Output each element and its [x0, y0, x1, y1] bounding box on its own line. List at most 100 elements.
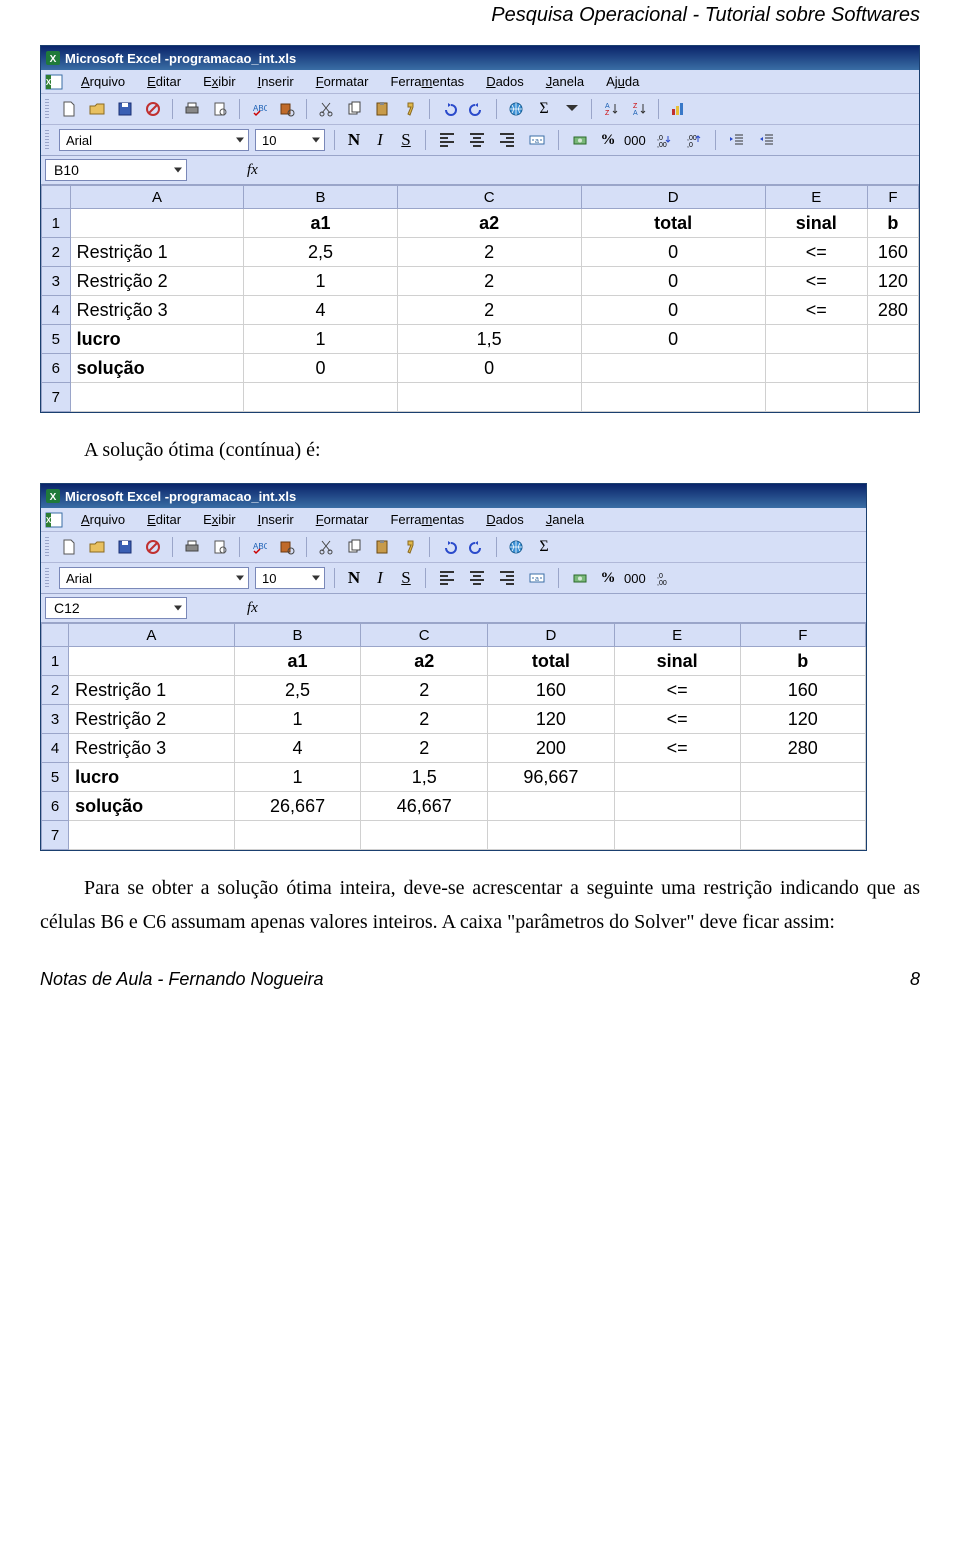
column-header[interactable]: A: [70, 186, 244, 209]
increase-indent-icon[interactable]: [755, 128, 779, 152]
cell[interactable]: 26,667: [234, 792, 361, 821]
cell[interactable]: [765, 354, 867, 383]
cell[interactable]: 280: [867, 296, 918, 325]
cell[interactable]: [244, 383, 397, 412]
sort-asc-icon[interactable]: AZ: [599, 97, 623, 121]
save-icon[interactable]: [113, 97, 137, 121]
currency-icon[interactable]: [568, 128, 592, 152]
row-header[interactable]: 6: [42, 354, 71, 383]
cell[interactable]: 160: [867, 238, 918, 267]
permission-icon[interactable]: [141, 535, 165, 559]
increase-decimal-icon[interactable]: ,0,00: [652, 566, 676, 590]
bold-button[interactable]: N: [344, 568, 364, 588]
cell[interactable]: 1,5: [397, 325, 581, 354]
fx-label[interactable]: fx: [247, 600, 258, 617]
spelling-icon[interactable]: ABC: [247, 97, 271, 121]
column-header[interactable]: A: [69, 624, 235, 647]
percent-button[interactable]: %: [598, 132, 618, 149]
menu-janela[interactable]: Janela: [542, 72, 588, 91]
undo-icon[interactable]: [437, 97, 461, 121]
research-icon[interactable]: [275, 97, 299, 121]
menu-dados[interactable]: Dados: [482, 510, 528, 529]
copy-icon[interactable]: [342, 535, 366, 559]
cell[interactable]: <=: [765, 296, 867, 325]
align-left-icon[interactable]: [435, 566, 459, 590]
cell[interactable]: <=: [614, 734, 740, 763]
italic-button[interactable]: I: [370, 568, 390, 588]
cell[interactable]: 200: [488, 734, 615, 763]
cell[interactable]: [70, 383, 244, 412]
underline-button[interactable]: S: [396, 568, 416, 588]
cell[interactable]: Restrição 1: [69, 676, 235, 705]
menu-dados[interactable]: Dados: [482, 72, 528, 91]
cell[interactable]: <=: [614, 705, 740, 734]
cell[interactable]: Restrição 3: [69, 734, 235, 763]
column-header[interactable]: D: [488, 624, 615, 647]
cell[interactable]: [867, 354, 918, 383]
cell[interactable]: 1,5: [361, 763, 488, 792]
cell[interactable]: Restrição 2: [69, 705, 235, 734]
column-header[interactable]: B: [244, 186, 397, 209]
cell[interactable]: [740, 763, 865, 792]
column-header[interactable]: B: [234, 624, 361, 647]
cell[interactable]: 2: [361, 705, 488, 734]
cell[interactable]: <=: [765, 238, 867, 267]
cell[interactable]: 1: [244, 325, 397, 354]
menu-inserir[interactable]: Inserir: [254, 510, 298, 529]
research-icon[interactable]: [275, 535, 299, 559]
column-header[interactable]: C: [361, 624, 488, 647]
menu-arquivo[interactable]: Arquivo: [77, 510, 129, 529]
cell[interactable]: 0: [244, 354, 397, 383]
autosum-icon[interactable]: Σ: [532, 535, 556, 559]
open-icon[interactable]: [85, 535, 109, 559]
cell[interactable]: Restrição 3: [70, 296, 244, 325]
column-header[interactable]: E: [765, 186, 867, 209]
undo-icon[interactable]: [437, 535, 461, 559]
cell[interactable]: [234, 821, 361, 850]
cell[interactable]: [69, 647, 235, 676]
cell[interactable]: 46,667: [361, 792, 488, 821]
cell[interactable]: [397, 383, 581, 412]
cell[interactable]: 1: [234, 705, 361, 734]
menu-exibir[interactable]: Exibir: [199, 510, 240, 529]
cut-icon[interactable]: [314, 535, 338, 559]
menu-janela[interactable]: Janela: [542, 510, 588, 529]
row-header[interactable]: 1: [42, 209, 71, 238]
cell[interactable]: lucro: [69, 763, 235, 792]
cell[interactable]: [765, 383, 867, 412]
italic-button[interactable]: I: [370, 130, 390, 150]
permission-icon[interactable]: [141, 97, 165, 121]
cell[interactable]: 0: [581, 296, 765, 325]
decrease-decimal-icon[interactable]: ,00,0: [682, 128, 706, 152]
row-header[interactable]: 7: [42, 821, 69, 850]
row-header[interactable]: 5: [42, 325, 71, 354]
copy-icon[interactable]: [342, 97, 366, 121]
cell[interactable]: [488, 792, 615, 821]
save-icon[interactable]: [113, 535, 137, 559]
cut-icon[interactable]: [314, 97, 338, 121]
row-header[interactable]: 6: [42, 792, 69, 821]
open-icon[interactable]: [85, 97, 109, 121]
cell[interactable]: [361, 821, 488, 850]
spreadsheet-grid-1[interactable]: ABCDEF1a1a2totalsinalb2Restrição 12,520<…: [41, 185, 919, 412]
cell[interactable]: sinal: [614, 647, 740, 676]
paste-icon[interactable]: [370, 97, 394, 121]
name-box[interactable]: C12: [45, 597, 187, 619]
align-left-icon[interactable]: [435, 128, 459, 152]
cell[interactable]: Restrição 2: [70, 267, 244, 296]
cell[interactable]: 0: [581, 238, 765, 267]
row-header[interactable]: 3: [42, 705, 69, 734]
column-header[interactable]: F: [740, 624, 865, 647]
menu-ferramentas[interactable]: Ferramentas: [386, 72, 468, 91]
cell[interactable]: 2: [361, 734, 488, 763]
cell[interactable]: 120: [488, 705, 615, 734]
name-box[interactable]: B10: [45, 159, 187, 181]
font-size-box[interactable]: 10: [255, 129, 325, 151]
cell[interactable]: [488, 821, 615, 850]
row-header[interactable]: 3: [42, 267, 71, 296]
print-preview-icon[interactable]: [208, 97, 232, 121]
cell[interactable]: 280: [740, 734, 865, 763]
row-header[interactable]: 5: [42, 763, 69, 792]
sort-desc-icon[interactable]: ZA: [627, 97, 651, 121]
cell[interactable]: solução: [70, 354, 244, 383]
